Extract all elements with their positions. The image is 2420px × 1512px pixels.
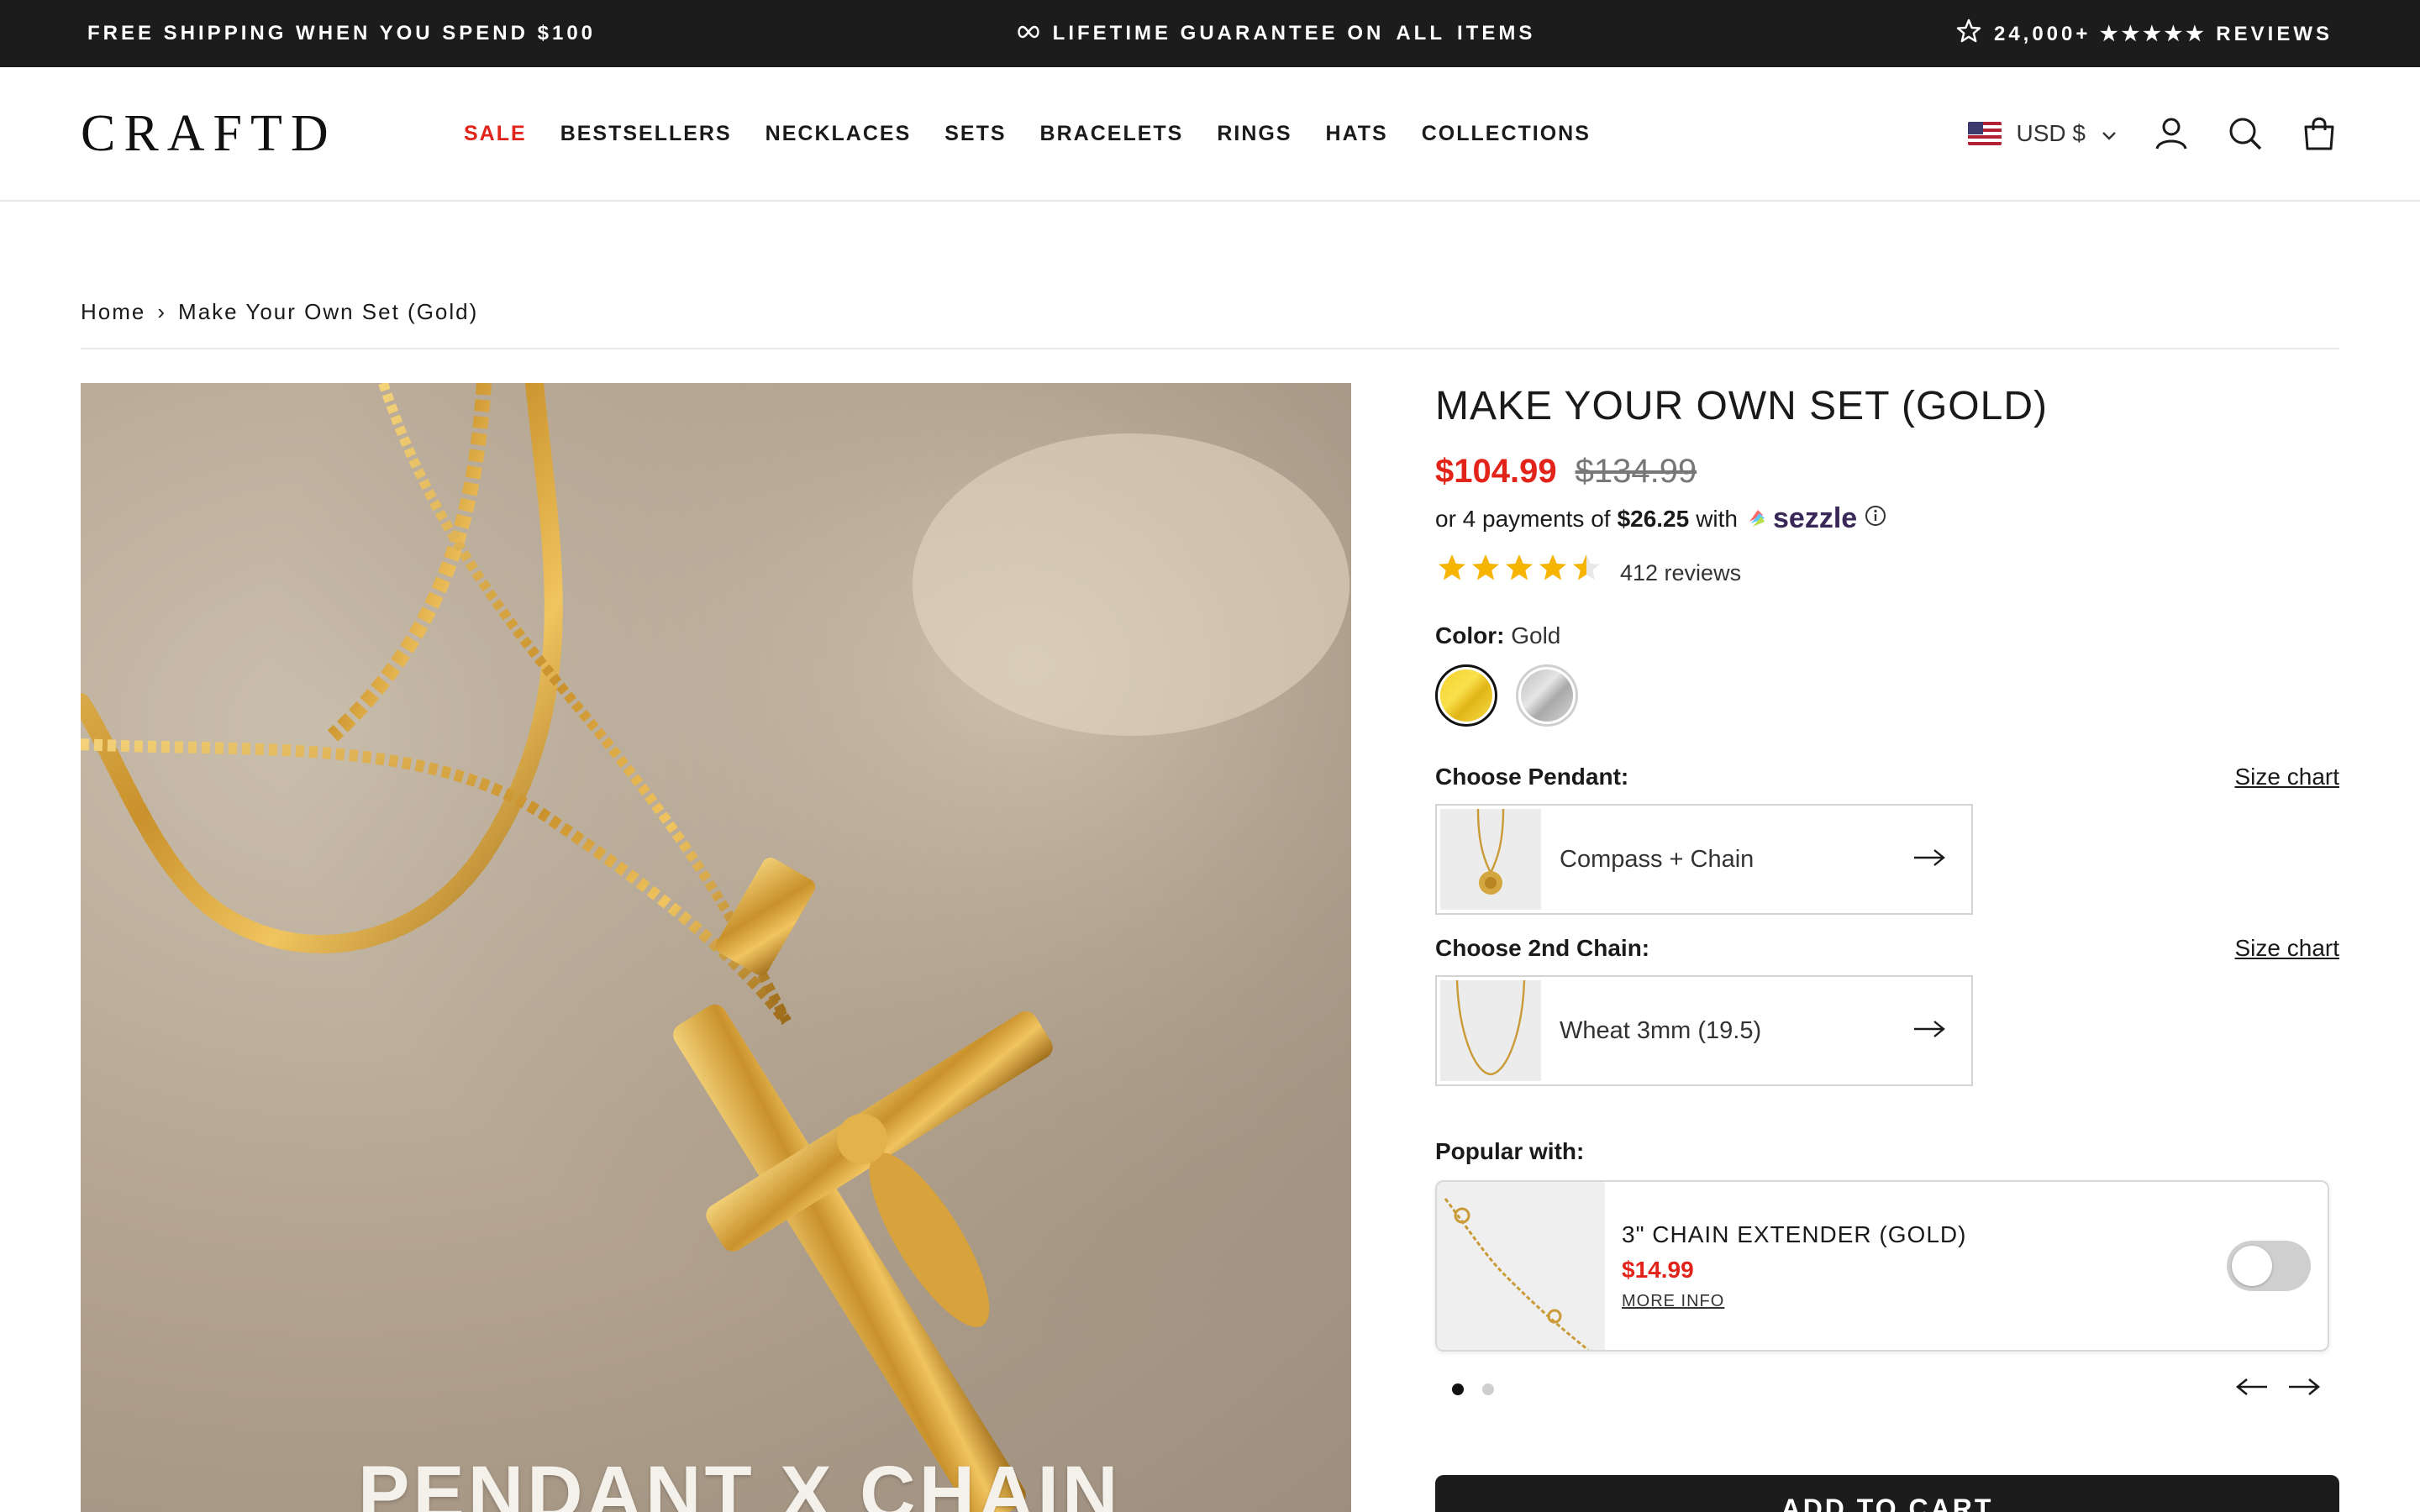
nav-item-sale[interactable]: SALE [464,122,527,146]
swatch-gold[interactable] [1435,664,1497,727]
main-nav: SALE BESTSELLERS NECKLACES SETS BRACELET… [464,122,1591,146]
popular-label: Popular with: [1435,1138,1585,1164]
chain-label-row: Choose 2nd Chain: Size chart [1435,935,2339,962]
info-icon[interactable] [1864,504,1887,533]
site-header: CRAFTD SALE BESTSELLERS NECKLACES SETS B… [0,67,2420,202]
breadcrumb-separator: › [157,299,167,324]
color-value: Gold [1511,622,1561,648]
chain-label: Choose 2nd Chain: [1435,935,1650,961]
image-caption: PENDANT X CHAIN [358,1451,1122,1512]
currency-selector[interactable]: USD $ [1967,120,2118,147]
currency-label: USD $ [2016,120,2086,146]
arrow-right-icon[interactable] [2287,1377,2321,1401]
color-label: Color: [1435,622,1505,648]
installment-info: or 4 payments of $26.25 with sezzle [1435,502,2339,535]
pendant-value: Compass + Chain [1560,845,1754,873]
announcement-bar: FREE SHIPPING WHEN YOU SPEND $100 LIFETI… [0,0,2420,67]
sezzle-logo[interactable]: sezzle [1744,502,1857,535]
carousel-dot-1[interactable] [1452,1383,1464,1395]
star-rating [1435,552,1603,594]
breadcrumb: Home › Make Your Own Set (Gold) [81,299,478,325]
price-row: $104.99 $134.99 [1435,453,2339,491]
pendant-label: Choose Pendant: [1435,764,1629,790]
installment-prefix: or 4 payments of [1435,505,1611,532]
account-icon[interactable] [2151,113,2191,154]
chain-size-chart-link[interactable]: Size chart [2235,935,2340,962]
guarantee-bold: ALL [1396,22,1445,45]
nav-item-sets[interactable]: SETS [944,122,1006,146]
chain-selector[interactable]: Wheat 3mm (19.5) [1435,975,1973,1086]
reviews-label: 24,000+ ★★★★★ REVIEWS [1993,22,2333,45]
toggle-knob [2232,1246,2272,1286]
arrow-right-icon [1912,1019,1946,1043]
nav-item-hats[interactable]: HATS [1326,122,1388,146]
infinity-icon [1016,22,1041,45]
product-image[interactable]: PENDANT X CHAIN [81,383,1351,1512]
free-shipping-text: FREE SHIPPING WHEN YOU SPEND $100 [87,22,597,45]
upsell-info: 3" CHAIN EXTENDER (GOLD) $14.99 MORE INF… [1622,1221,2227,1311]
color-swatches [1435,664,2339,727]
reviews-text: 24,000+ ★★★★★ REVIEWS [1955,18,2333,50]
arrow-right-icon [1912,848,1946,872]
chain-value: Wheat 3mm (19.5) [1560,1016,1762,1044]
carousel-dot-2[interactable] [1482,1383,1494,1395]
us-flag-icon [1967,122,2002,145]
add-to-cart-button[interactable]: ADD TO CART [1435,1475,2339,1512]
product-title: MAKE YOUR OWN SET (GOLD) [1435,384,2048,428]
original-price: $134.99 [1575,453,1697,490]
guarantee-text: LIFETIME GUARANTEE ON ALL ITEMS [1016,22,1536,45]
sale-price: $104.99 [1435,453,1557,490]
chain-thumbnail [1440,979,1541,1081]
breadcrumb-divider [81,348,2339,349]
upsell-title: 3" CHAIN EXTENDER (GOLD) [1622,1221,1967,1247]
review-count[interactable]: 412 reviews [1620,560,1741,586]
nav-item-bracelets[interactable]: BRACELETS [1040,122,1184,146]
breadcrumb-home[interactable]: Home [81,299,145,325]
breadcrumb-current: Make Your Own Set (Gold) [178,299,479,324]
necklace-illustration [81,383,1351,1512]
cart-icon[interactable] [2299,113,2339,154]
upsell-more-info-link[interactable]: MORE INFO [1622,1292,2227,1311]
installment-with: with [1696,505,1738,532]
nav-item-rings[interactable]: RINGS [1217,122,1292,146]
upsell-card: 3" CHAIN EXTENDER (GOLD) $14.99 MORE INF… [1435,1180,2329,1352]
rating-row[interactable]: 412 reviews [1435,552,2339,594]
sezzle-mark-icon [1749,509,1765,527]
sezzle-name: sezzle [1773,502,1858,534]
pendant-size-chart-link[interactable]: Size chart [2235,764,2340,790]
pendant-thumbnail [1440,808,1541,910]
upsell-carousel-controls [1435,1377,2329,1401]
nav-item-collections[interactable]: COLLECTIONS [1422,122,1591,146]
star-outline-icon [1955,18,1982,50]
upsell-thumbnail[interactable] [1437,1182,1605,1350]
nav-item-necklaces[interactable]: NECKLACES [765,122,912,146]
color-label-row: Color: Gold [1435,622,2339,649]
chevron-down-icon [2101,120,2118,147]
installment-amount: $26.25 [1617,505,1690,532]
pendant-label-row: Choose Pendant: Size chart [1435,764,2339,790]
pendant-selector[interactable]: Compass + Chain [1435,804,1973,915]
guarantee-suffix: ITEMS [1456,22,1536,45]
upsell-price: $14.99 [1622,1256,1694,1283]
arrow-left-icon[interactable] [2235,1377,2269,1401]
carousel-dots [1452,1383,1494,1395]
product-info: MAKE YOUR OWN SET (GOLD) $104.99 $134.99… [1435,383,2339,1401]
stars-icon [1439,554,1600,580]
nav-item-bestsellers[interactable]: BESTSELLERS [560,122,732,146]
logo[interactable]: CRAFTD [81,104,383,164]
upsell-toggle[interactable] [2227,1241,2311,1291]
search-icon[interactable] [2225,113,2265,154]
carousel-arrows [2235,1377,2321,1401]
header-actions: USD $ [1967,113,2339,154]
guarantee-prefix: LIFETIME GUARANTEE ON [1052,22,1385,45]
swatch-silver[interactable] [1516,664,1578,727]
